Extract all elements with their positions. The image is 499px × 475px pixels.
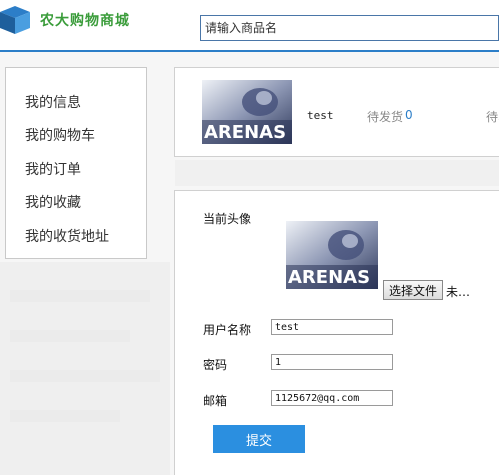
- submit-button[interactable]: 提交: [213, 425, 305, 453]
- header-bar: 农大购物商城: [0, 0, 499, 52]
- avatar-label: 当前头像: [203, 212, 252, 226]
- search-box: [200, 15, 499, 41]
- email-field[interactable]: [271, 390, 393, 406]
- file-status-text: 未…: [446, 285, 471, 299]
- choose-file-button[interactable]: 选择文件: [383, 280, 443, 300]
- background-block: [10, 290, 150, 302]
- logo-icon[interactable]: [0, 6, 30, 34]
- sidebar-item-my-addresses[interactable]: 我的收货地址: [25, 226, 109, 246]
- background-block: [10, 410, 120, 422]
- password-field[interactable]: [271, 354, 393, 370]
- sidebar-item-my-orders[interactable]: 我的订单: [25, 159, 81, 179]
- stat-label-pending-receipt[interactable]: 待收货: [486, 108, 499, 125]
- email-label: 邮箱: [203, 394, 228, 408]
- sidebar-item-my-favorites[interactable]: 我的收藏: [25, 192, 81, 212]
- svg-text:ARENAS: ARENAS: [288, 267, 370, 288]
- background-block: [10, 330, 130, 342]
- stat-label-pending-shipment[interactable]: 待发货: [367, 108, 403, 125]
- stat-count-pending-shipment[interactable]: 0: [405, 108, 413, 122]
- card-username: test: [307, 109, 334, 122]
- username-label: 用户名称: [203, 323, 252, 337]
- header-divider: [0, 50, 499, 52]
- user-avatar: ARENAS: [202, 80, 292, 144]
- search-input[interactable]: [201, 16, 498, 40]
- sidebar-menu: 我的信息 我的购物车 我的订单 我的收藏 我的收货地址: [5, 67, 147, 259]
- user-summary-card: ARENAS test 待发货 0 待收货: [174, 67, 499, 157]
- background-block: [175, 160, 499, 186]
- logo-text[interactable]: 农大购物商城: [40, 10, 130, 30]
- svg-text:ARENAS: ARENAS: [204, 122, 286, 143]
- profile-form: 当前头像 ARENAS 选择文件 未… 用户名称 密码 邮箱 提交: [174, 190, 499, 475]
- password-label: 密码: [203, 358, 228, 372]
- sidebar-item-my-cart[interactable]: 我的购物车: [25, 125, 95, 145]
- background-block: [10, 370, 160, 382]
- sidebar-item-my-info[interactable]: 我的信息: [25, 92, 81, 112]
- current-avatar: ARENAS: [286, 221, 378, 289]
- username-field[interactable]: [271, 319, 393, 335]
